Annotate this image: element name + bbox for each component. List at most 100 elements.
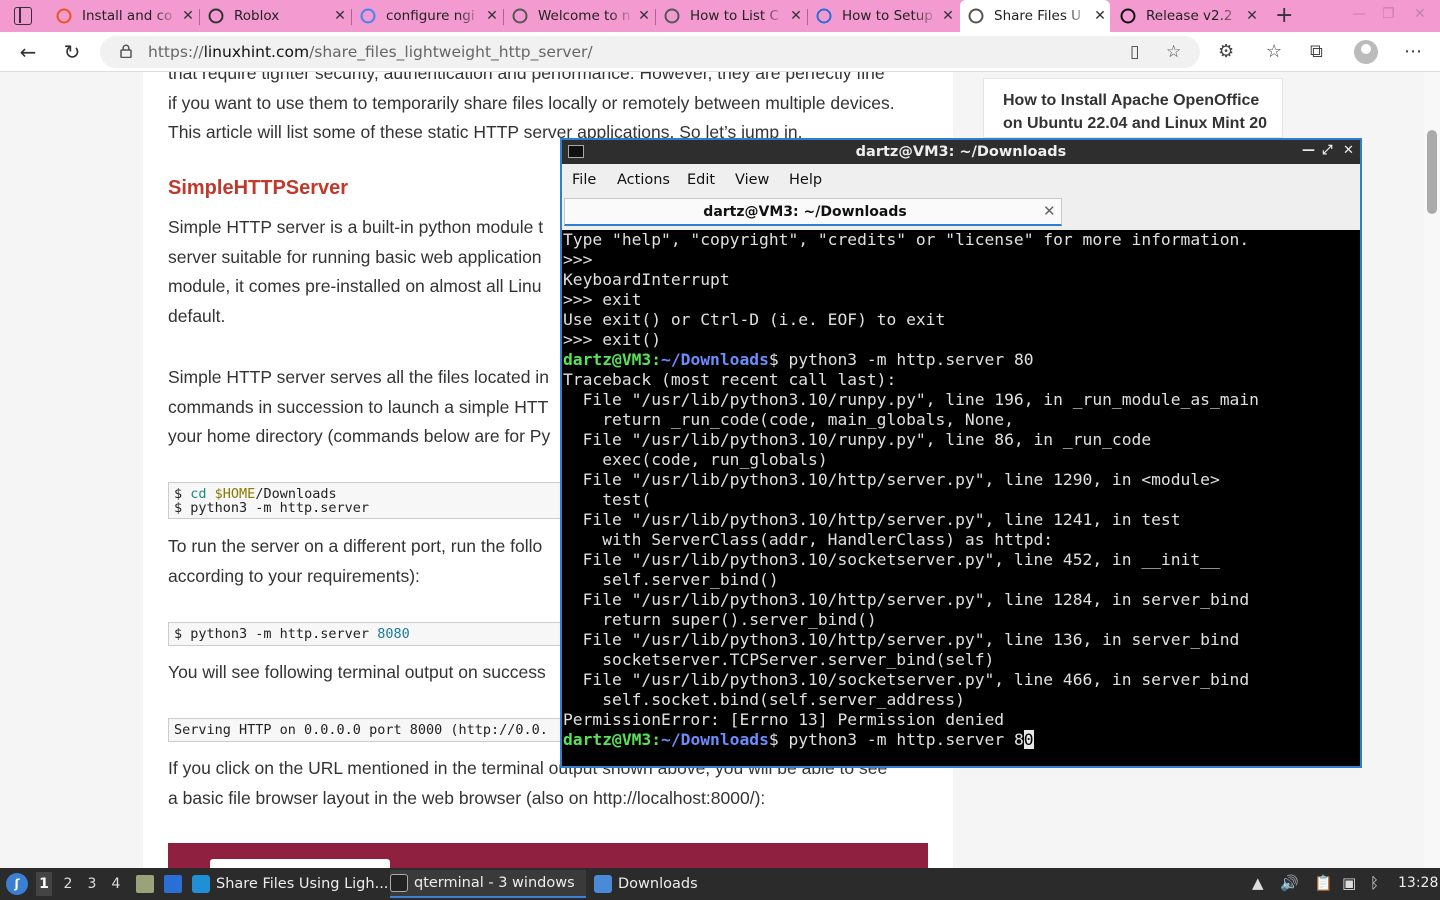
add-favorite-icon[interactable]: ☆ — [1166, 42, 1181, 62]
browser-tab-strip: Install and co ✕ Roblox ✕ configure ngi ✕ Welc… — [0, 0, 1440, 32]
browser-tab-title: How to List C — [690, 8, 779, 24]
menu-actions[interactable]: Actions — [617, 172, 670, 188]
terminal-line: KeyboardInterrupt — [563, 270, 1360, 290]
prompt-user: dartz@VM3 — [563, 350, 652, 369]
terminal-minimize-icon[interactable]: — — [1302, 143, 1315, 158]
tab-close-icon[interactable]: ✕ — [330, 8, 350, 24]
address-bar[interactable]: https://linuxhint.com/share_files_lightw… — [100, 36, 1200, 68]
terminal-line: self.server_bind() — [563, 570, 1360, 590]
terminal-tab-title: dartz@VM3: ~/Downloads — [703, 204, 907, 220]
terminal-current-input[interactable]: python3 -m http.server 8 — [779, 730, 1023, 749]
menu-edit[interactable]: Edit — [687, 172, 715, 188]
terminal-line: socketserver.TCPServer.server_bind(self) — [563, 650, 1360, 670]
terminal-line-text: File "/usr/lib/python3.10/runpy.py", lin… — [563, 390, 1259, 409]
menu-view[interactable]: View — [735, 172, 769, 188]
lock-icon — [120, 44, 132, 58]
terminal-output[interactable]: Type "help", "copyright", "credits" or "… — [562, 230, 1360, 766]
workspace-3[interactable]: 3 — [84, 876, 100, 892]
browser-tab-1[interactable]: Roblox ✕ — [200, 2, 350, 30]
browser-tab-6[interactable]: Share Files U ✕ — [960, 0, 1110, 32]
terminal-line: File "/usr/lib/python3.10/http/server.py… — [563, 630, 1360, 650]
tab-close-icon[interactable]: ✕ — [786, 8, 806, 24]
terminal-tab-close-icon[interactable]: ✕ — [1043, 202, 1056, 220]
browser-tab-5[interactable]: How to Setup ✕ — [808, 2, 958, 30]
sidebar-related-post[interactable]: How to Install Apache OpenOffice on Ubun… — [983, 78, 1283, 138]
tab-close-icon[interactable]: ✕ — [938, 8, 958, 24]
taskbar-task-0[interactable]: Share Files Using Ligh... — [192, 870, 388, 898]
browser-tab-3[interactable]: Welcome to n ✕ — [504, 2, 654, 30]
tab-close-icon[interactable]: ✕ — [482, 8, 502, 24]
terminal-line-text: File "/usr/lib/python3.10/http/server.py… — [563, 470, 1220, 489]
refresh-icon[interactable]: ↻ — [60, 40, 84, 64]
url-text[interactable]: https://linuxhint.com/share_files_lightw… — [148, 43, 593, 61]
terminal-titlebar[interactable]: dartz@VM3: ~/Downloads — ⤢ ✕ — [562, 140, 1360, 164]
close-icon[interactable]: ✕ — [1414, 6, 1426, 22]
tab-close-icon[interactable]: ✕ — [634, 8, 654, 24]
roblox-icon — [208, 8, 224, 24]
edge-icon — [192, 875, 210, 893]
terminal-cursor: 0 — [1023, 730, 1034, 749]
related-post-link[interactable]: How to Install Apache OpenOffice on Ubun… — [1003, 89, 1273, 135]
tab-actions-icon[interactable] — [14, 7, 32, 25]
terminal-line: File "/usr/lib/python3.10/socketserver.p… — [563, 550, 1360, 570]
back-arrow-icon[interactable]: ← — [16, 40, 40, 64]
update-notifier-icon[interactable]: ▲ — [1252, 874, 1264, 892]
taskbar-task-1[interactable]: qterminal - 3 windows — [390, 870, 586, 898]
new-tab-button[interactable]: + — [1275, 3, 1293, 28]
terminal-line: >>> exit() — [563, 330, 1360, 350]
clipboard-icon[interactable]: 📋 — [1314, 874, 1333, 892]
terminal-line-text: self.server_bind() — [563, 570, 779, 589]
profile-avatar[interactable] — [1354, 40, 1378, 64]
page-scrollbar-thumb[interactable] — [1427, 130, 1437, 214]
terminal-line: File "/usr/lib/python3.10/socketserver.p… — [563, 670, 1360, 690]
bluetooth-icon[interactable]: ᛒ — [1370, 874, 1379, 892]
browser-tab-2[interactable]: configure ngi ✕ — [352, 2, 502, 30]
terminal-line: Use exit() or Ctrl-D (i.e. EOF) to exit — [563, 310, 1360, 330]
workspace-4[interactable]: 4 — [108, 876, 124, 892]
terminal-line: self.socket.bind(self.server_address) — [563, 690, 1360, 710]
tab-close-icon[interactable]: ✕ — [178, 8, 198, 24]
workspace-1[interactable]: 1 — [36, 872, 52, 896]
maximize-icon[interactable]: ❐ — [1382, 6, 1395, 22]
show-desktop-icon[interactable] — [164, 875, 182, 893]
terminal-line-text: socketserver.TCPServer.server_bind(self) — [563, 650, 995, 669]
ubuntu-icon — [56, 8, 72, 24]
browser-tab-title: Roblox — [234, 8, 280, 24]
terminal-line: return super().server_bind() — [563, 610, 1360, 630]
terminal-line-text: >>> — [563, 250, 593, 269]
article-screenshot-image — [168, 843, 928, 868]
browser-tab-title: Install and co — [82, 8, 173, 24]
reader-mode-icon[interactable]: ▯ — [1130, 42, 1139, 62]
tab-close-icon[interactable]: ✕ — [1242, 8, 1262, 24]
minimize-icon[interactable]: — — [1352, 6, 1366, 22]
menu-file[interactable]: File — [572, 172, 596, 188]
more-menu-icon[interactable]: ⋯ — [1404, 41, 1422, 62]
terminal-line: File "/usr/lib/python3.10/runpy.py", lin… — [563, 390, 1360, 410]
terminal-input-line[interactable]: dartz@VM3:~/Downloads$ python3 -m http.s… — [563, 730, 1360, 750]
terminal-line: PermissionError: [Errno 13] Permission d… — [563, 710, 1360, 730]
volume-icon[interactable]: 🔊 — [1280, 874, 1299, 892]
terminal-maximize-icon[interactable]: ⤢ — [1322, 143, 1332, 158]
tab-close-icon[interactable]: ✕ — [1090, 8, 1110, 24]
collections-icon[interactable]: ⧉ — [1310, 41, 1323, 62]
terminal-line: Traceback (most recent call last): — [563, 370, 1360, 390]
favorites-icon[interactable]: ☆ — [1266, 41, 1282, 62]
terminal-window-title: dartz@VM3: ~/Downloads — [855, 144, 1067, 160]
terminal-line-text: exec(code, run_globals) — [563, 450, 828, 469]
prompt-path: ~/Downloads — [661, 350, 769, 369]
terminal-line: >>> exit — [563, 290, 1360, 310]
browser-tab-4[interactable]: How to List C ✕ — [656, 2, 806, 30]
taskbar-task-2[interactable]: Downloads — [594, 870, 714, 898]
terminal-tab[interactable]: dartz@VM3: ~/Downloads ✕ — [564, 198, 1062, 226]
terminal-line-text: File "/usr/lib/python3.10/http/server.py… — [563, 510, 1181, 529]
extensions-icon[interactable]: ⚙ — [1218, 41, 1234, 62]
menu-help[interactable]: Help — [789, 172, 822, 188]
workspace-2[interactable]: 2 — [60, 876, 76, 892]
browser-tab-0[interactable]: Install and co ✕ — [48, 2, 198, 30]
terminal-close-icon[interactable]: ✕ — [1343, 143, 1354, 158]
file-manager-icon[interactable] — [136, 875, 154, 893]
network-icon[interactable]: ▣ — [1342, 874, 1356, 892]
browser-tab-7[interactable]: Release v2.2 ✕ — [1112, 2, 1262, 30]
app-menu-icon[interactable]: ʃ — [6, 873, 28, 895]
prompt-path: ~/Downloads — [661, 730, 769, 749]
